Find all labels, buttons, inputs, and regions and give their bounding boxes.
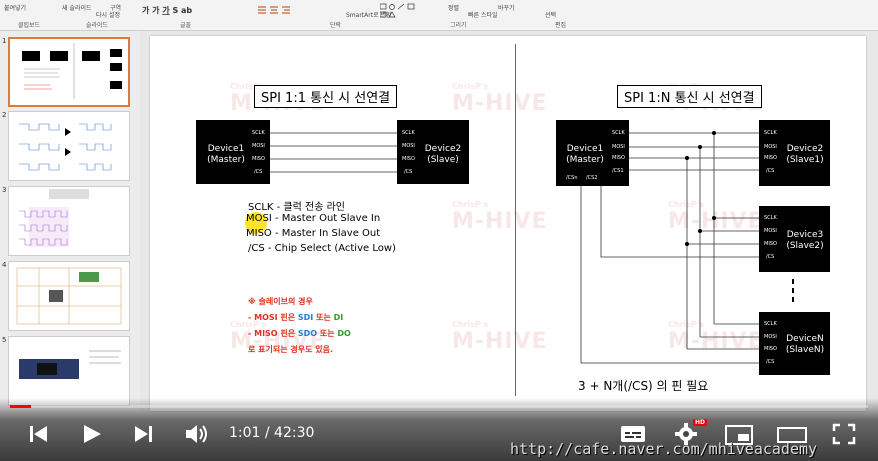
time-display: 1:01 / 42:30 bbox=[229, 425, 315, 441]
fullscreen-icon[interactable] bbox=[832, 423, 856, 445]
note-sdo: SDO bbox=[297, 329, 318, 338]
slave-note-miso: - MISO 핀은 SDO 또는 DO bbox=[248, 328, 351, 339]
note-sdi: SDI bbox=[297, 313, 314, 322]
left-master-device: Device1 (Master) SCLK MOSI MISO /CS bbox=[196, 120, 270, 184]
previous-icon[interactable] bbox=[28, 424, 50, 444]
slave-note-mosi: - MOSI 핀은 SDI 또는 DI bbox=[248, 312, 343, 323]
note-do: DO bbox=[337, 329, 351, 338]
right-slave2-device: SCLK MOSI MISO /CS Device3 (Slave2) bbox=[759, 206, 830, 272]
legend-cs: /CS - Chip Select (Active Low) bbox=[248, 243, 396, 254]
play-icon[interactable] bbox=[81, 423, 103, 445]
legend-mosi: MOSI - Master Out Slave In bbox=[246, 213, 381, 224]
wiring-diagram bbox=[270, 131, 794, 364]
right-slaven-device: SCLK MOSI MISO /CS DeviceN (SlaveN) bbox=[759, 312, 830, 375]
note-di: DI bbox=[333, 313, 344, 322]
note-text: 또는 bbox=[317, 329, 338, 338]
right-slave1-device: SCLK MOSI MISO /CS Device2 (Slave1) bbox=[759, 120, 830, 186]
note-text: 또는 bbox=[313, 313, 334, 322]
next-icon[interactable] bbox=[133, 424, 155, 444]
slave-note-tail: 로 표기되는 경우도 있음. bbox=[248, 345, 333, 354]
left-slave-device: SCLK MOSI MISO /CS Device2 (Slave) bbox=[397, 120, 469, 184]
legend-sclk: SCLK - 클럭 전송 라인 bbox=[248, 202, 345, 213]
slave-note-heading: ※ 슬레이브의 경우 bbox=[248, 297, 313, 306]
legend-miso: MISO - Master In Slave Out bbox=[246, 228, 381, 239]
pin-count-footer: 3 + N개(/CS) 의 핀 필요 bbox=[578, 379, 709, 393]
note-text: - MISO 핀은 bbox=[248, 329, 298, 338]
channel-url-overlay: http://cafe.naver.com/mhiveacademy bbox=[510, 440, 818, 458]
progress-fill bbox=[10, 405, 31, 408]
right-master-device: Device1 (Master) SCLK MOSI MISO /CS1 /CS… bbox=[556, 120, 629, 186]
hd-badge: HD bbox=[693, 419, 708, 426]
progress-bar[interactable] bbox=[10, 405, 868, 408]
note-text: - MOSI 핀은 bbox=[248, 313, 298, 322]
volume-icon[interactable] bbox=[184, 423, 210, 445]
